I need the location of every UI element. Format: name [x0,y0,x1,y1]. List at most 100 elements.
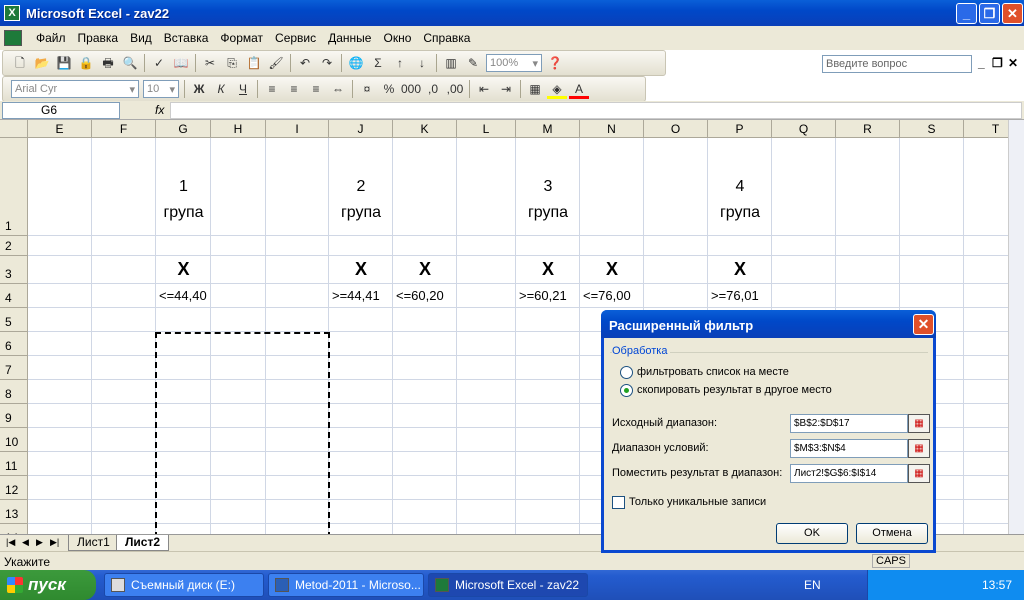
grid-cell[interactable] [393,524,457,534]
menu-insert[interactable]: Вставка [158,31,215,45]
menu-tools[interactable]: Сервис [269,31,322,45]
grid-cell[interactable] [211,236,266,256]
grid-cell[interactable] [644,284,708,308]
first-sheet-icon[interactable]: |◀ [6,537,15,548]
sort-asc-icon[interactable]: ↑ [390,53,410,73]
grid-cell[interactable] [393,452,457,476]
column-header[interactable]: P [708,120,772,138]
underline-icon[interactable]: Ч [233,79,253,99]
cut-icon[interactable]: ✂ [200,53,220,73]
column-header[interactable]: G [156,120,211,138]
grid-cell[interactable] [964,138,1008,236]
grid-cell[interactable] [28,380,92,404]
column-header[interactable]: R [836,120,900,138]
grid-cell[interactable] [92,356,156,380]
row-header[interactable]: 2 [0,236,28,256]
font-size-select[interactable]: 10 ▾ [143,80,179,98]
grid-cell[interactable] [457,256,516,284]
criteria-range-input[interactable]: $M$3:$N$4 [790,439,908,458]
grid-cell[interactable] [580,236,644,256]
unique-records-checkbox[interactable] [612,496,625,509]
grid-cell[interactable] [28,284,92,308]
grid-cell[interactable] [28,256,92,284]
paste-icon[interactable]: 📋 [244,53,264,73]
grid-cell[interactable] [393,308,457,332]
grid-cell[interactable] [516,380,580,404]
font-color-icon[interactable]: A [569,79,589,99]
filter-in-place-radio[interactable] [620,366,633,379]
row-header[interactable]: 14 [0,524,28,534]
grid-cell[interactable] [964,428,1008,452]
grid-cell[interactable] [964,524,1008,534]
doc-restore-icon[interactable]: ❐ [992,56,1003,70]
menu-file[interactable]: Файл [30,31,72,45]
menu-format[interactable]: Формат [214,31,269,45]
row-header[interactable]: 11 [0,452,28,476]
grid-cell[interactable] [644,138,708,236]
doc-minimize-icon[interactable]: _ [978,56,985,70]
autosum-icon[interactable]: Σ [368,53,388,73]
column-header[interactable]: S [900,120,964,138]
decrease-indent-icon[interactable]: ⇤ [474,79,494,99]
grid-cell[interactable] [457,236,516,256]
bold-icon[interactable]: Ж [189,79,209,99]
row-header[interactable]: 6 [0,332,28,356]
grid-cell[interactable] [329,332,393,356]
menu-help[interactable]: Справка [417,31,476,45]
grid-cell[interactable] [516,356,580,380]
grid-cell[interactable] [266,284,329,308]
row-header[interactable]: 3 [0,256,28,284]
drawing-icon[interactable]: ✎ [463,53,483,73]
vertical-scrollbar[interactable] [1008,120,1024,534]
row-header[interactable]: 13 [0,500,28,524]
grid-cell[interactable] [92,524,156,534]
grid-cell[interactable] [772,284,836,308]
grid-cell[interactable] [964,452,1008,476]
spelling-icon[interactable]: ✓ [149,53,169,73]
grid-cell[interactable] [266,308,329,332]
grid-cell[interactable] [900,138,964,236]
column-header[interactable]: K [393,120,457,138]
grid-cell[interactable] [92,308,156,332]
grid-cell[interactable] [457,452,516,476]
grid-cell[interactable] [964,356,1008,380]
list-range-input[interactable]: $B$2:$D$17 [790,414,908,433]
grid-cell[interactable] [266,256,329,284]
grid-cell[interactable] [211,256,266,284]
grid-cell[interactable] [393,236,457,256]
borders-icon[interactable]: ▦ [525,79,545,99]
grid-cell[interactable] [964,236,1008,256]
zoom-select[interactable]: 100% ▾ [486,54,542,72]
language-indicator[interactable]: EN [804,578,821,592]
decrease-decimal-icon[interactable]: ,00 [445,79,465,99]
copy-to-input[interactable]: Лист2!$G$6:$I$14 [790,464,908,483]
task-excel[interactable]: Microsoft Excel - zav22 [428,573,588,597]
copy-to-location-radio[interactable] [620,384,633,397]
grid-cell[interactable] [28,476,92,500]
grid-cell[interactable] [516,524,580,534]
grid-cell[interactable] [28,404,92,428]
italic-icon[interactable]: К [211,79,231,99]
increase-decimal-icon[interactable]: ,0 [423,79,443,99]
grid-cell[interactable] [580,138,644,236]
grid-cell[interactable] [393,138,457,236]
help-search-input[interactable]: Введите вопрос [822,55,972,73]
select-all-corner[interactable] [0,120,28,138]
column-header[interactable]: E [28,120,92,138]
grid-cell[interactable] [92,236,156,256]
grid-cell[interactable] [457,500,516,524]
grid-cell[interactable] [964,476,1008,500]
grid-cell[interactable] [516,332,580,356]
grid-cell[interactable] [516,428,580,452]
next-sheet-icon[interactable]: ▶ [36,537,43,548]
permission-icon[interactable]: 🔒 [76,53,96,73]
undo-icon[interactable]: ↶ [295,53,315,73]
grid-cell[interactable] [28,356,92,380]
close-button[interactable]: ✕ [1002,3,1023,24]
grid-cell[interactable] [964,308,1008,332]
increase-indent-icon[interactable]: ⇥ [496,79,516,99]
grid-cell[interactable] [393,404,457,428]
grid-cell[interactable] [211,284,266,308]
grid-cell[interactable] [266,138,329,236]
name-box[interactable]: G6 [2,102,120,119]
